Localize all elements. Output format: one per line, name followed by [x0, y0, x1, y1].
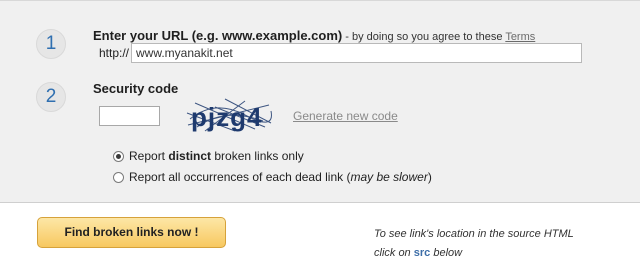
http-prefix-label: http://	[99, 46, 130, 60]
step-number-2: 2	[36, 82, 66, 112]
url-heading-label: Enter your URL (e.g. www.example.com)	[93, 28, 343, 43]
terms-link[interactable]: Terms	[505, 31, 535, 43]
security-code-heading: Security code	[93, 81, 179, 96]
option-distinct-links[interactable]: Report distinct broken links only	[113, 149, 304, 163]
url-agreement-text: - by doing so you agree to these	[342, 31, 506, 43]
hint-line-1: To see link's location in the source HTM…	[374, 228, 574, 240]
option-all-occurrences[interactable]: Report all occurrences of each dead link…	[113, 170, 432, 184]
url-input[interactable]	[131, 43, 582, 63]
radio-distinct[interactable]	[113, 150, 124, 162]
src-hint-text: To see link's location in the source HTM…	[374, 225, 604, 263]
broken-link-checker-page: 1 Enter your URL (e.g. www.example.com) …	[0, 0, 640, 279]
step-number-1: 1	[36, 29, 66, 59]
hint-line-2: click on src below	[374, 247, 463, 259]
captcha-text: pjzg4	[191, 102, 262, 132]
generate-new-code-link[interactable]: Generate new code	[293, 109, 398, 123]
option-distinct-label: Report distinct broken links only	[129, 149, 304, 163]
find-broken-links-button[interactable]: Find broken links now !	[37, 217, 226, 248]
radio-all-occurrences[interactable]	[113, 171, 124, 183]
option-all-label: Report all occurrences of each dead link…	[129, 170, 432, 184]
security-code-input[interactable]	[99, 106, 160, 126]
src-word: src	[413, 247, 431, 259]
captcha-image: pjzg4	[185, 97, 273, 133]
url-heading: Enter your URL (e.g. www.example.com) - …	[93, 28, 535, 43]
form-panel: 1 Enter your URL (e.g. www.example.com) …	[0, 0, 640, 203]
